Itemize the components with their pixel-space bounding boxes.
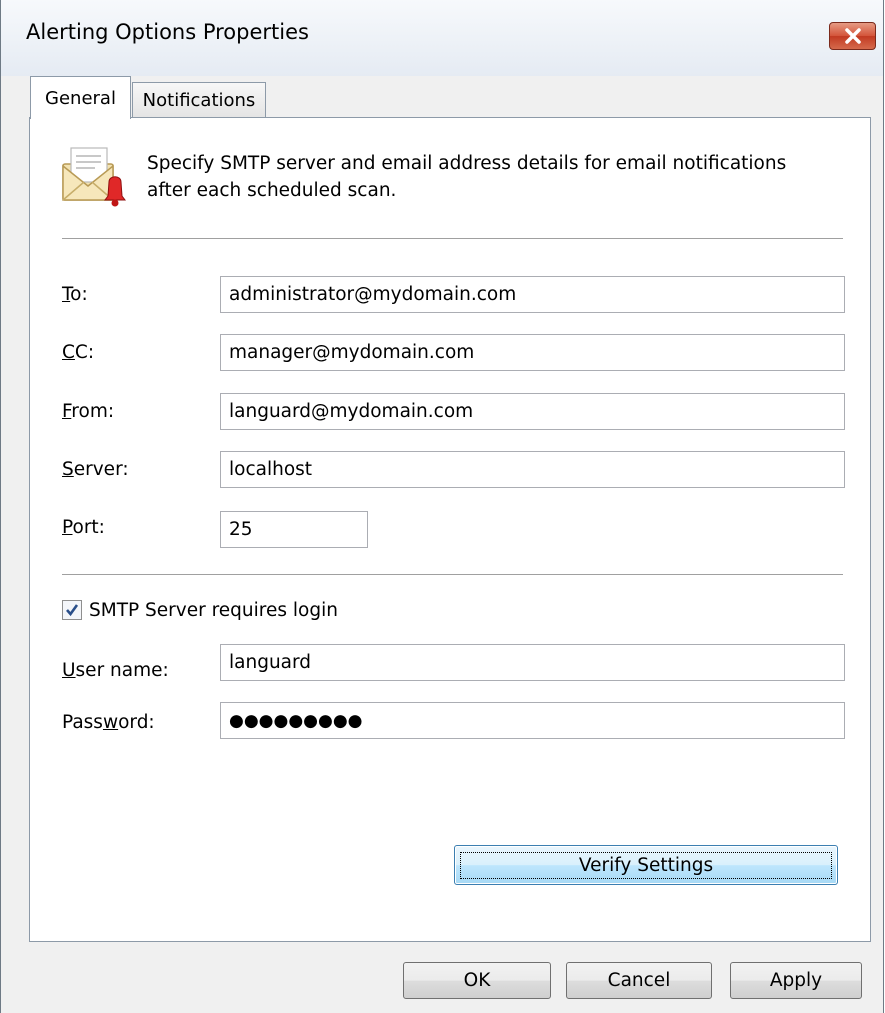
server-field[interactable]: localhost xyxy=(220,451,845,488)
to-label: To: xyxy=(62,284,88,305)
username-label-text: ser name: xyxy=(75,660,169,681)
to-field[interactable]: administrator@mydomain.com xyxy=(220,276,845,313)
description-line-2: after each scheduled scan. xyxy=(147,180,397,201)
title-bar[interactable]: Alerting Options Properties xyxy=(1,0,883,76)
password-label-text: ord: xyxy=(118,712,155,733)
cancel-label: Cancel xyxy=(607,970,671,991)
from-label-text: rom: xyxy=(71,401,115,422)
ok-label: OK xyxy=(463,970,491,991)
verify-settings-button[interactable]: Verify Settings xyxy=(454,845,838,885)
description-line-1: Specify SMTP server and email address de… xyxy=(147,153,787,174)
port-label-accesskey: P xyxy=(62,517,73,538)
password-label-pre: Pass xyxy=(62,712,103,733)
password-label-accesskey: w xyxy=(102,712,119,733)
username-value: languard xyxy=(229,652,312,673)
separator-top xyxy=(62,238,843,240)
from-label: From: xyxy=(62,401,114,422)
apply-button[interactable]: Apply xyxy=(730,962,862,999)
to-label-text: o: xyxy=(70,284,88,305)
username-label-accesskey: U xyxy=(62,660,76,681)
cc-label-accesskey: C xyxy=(62,342,75,363)
ok-button[interactable]: OK xyxy=(403,962,551,999)
from-value: languard@mydomain.com xyxy=(229,401,474,422)
port-field[interactable]: 25 xyxy=(220,511,368,548)
password-label: Password: xyxy=(62,712,155,733)
verify-settings-label: Verify Settings xyxy=(459,851,833,879)
description-text: Specify SMTP server and email address de… xyxy=(147,150,837,204)
cc-label: CC: xyxy=(62,342,94,363)
tab-general[interactable]: General xyxy=(30,76,131,119)
tab-general-label: General xyxy=(45,87,116,109)
server-value: localhost xyxy=(229,459,313,480)
cc-field[interactable]: manager@mydomain.com xyxy=(220,334,845,371)
from-label-accesskey: F xyxy=(62,401,72,422)
cc-value: manager@mydomain.com xyxy=(229,342,475,363)
from-field[interactable]: languard@mydomain.com xyxy=(220,393,845,430)
port-label-text: ort: xyxy=(72,517,105,538)
password-field[interactable]: ●●●●●●●●● xyxy=(220,702,845,739)
tab-notifications[interactable]: Notifications xyxy=(132,82,266,118)
smtp-login-checkbox[interactable] xyxy=(62,600,82,620)
smtp-login-label[interactable]: SMTP Server requires login xyxy=(89,600,338,621)
password-value: ●●●●●●●●● xyxy=(229,710,363,731)
port-label: Port: xyxy=(62,517,105,538)
to-label-accesskey: T xyxy=(62,284,71,305)
general-tab-panel xyxy=(29,117,871,942)
server-label: Server: xyxy=(62,459,129,480)
port-value: 25 xyxy=(229,519,253,540)
mail-alert-icon xyxy=(62,147,126,207)
username-label: User name: xyxy=(62,660,169,681)
username-field[interactable]: languard xyxy=(220,644,845,681)
cancel-button[interactable]: Cancel xyxy=(566,962,712,999)
checkmark-icon xyxy=(66,604,79,617)
close-button[interactable] xyxy=(829,22,876,50)
tab-notifications-label: Notifications xyxy=(142,90,256,111)
to-value: administrator@mydomain.com xyxy=(229,284,517,305)
close-icon xyxy=(844,28,861,44)
server-label-text: erver: xyxy=(73,459,129,480)
server-label-accesskey: S xyxy=(62,459,74,480)
properties-dialog: Alerting Options Properties General Noti… xyxy=(0,0,884,1013)
apply-label: Apply xyxy=(769,970,823,991)
cc-label-text: C: xyxy=(74,342,95,363)
separator-middle xyxy=(62,574,843,576)
window-title: Alerting Options Properties xyxy=(26,20,309,44)
